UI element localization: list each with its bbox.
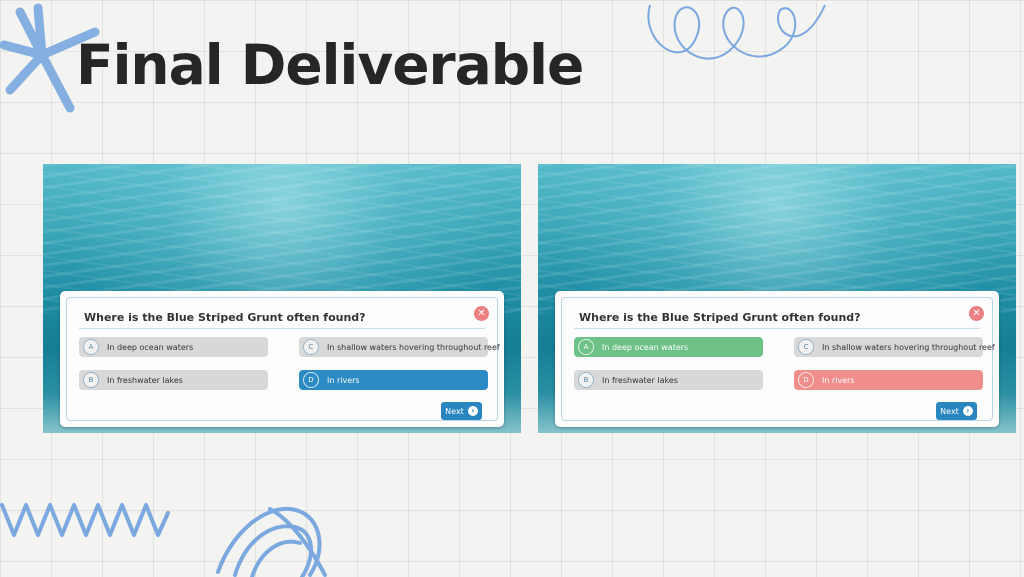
scribble-doodle [647, 4, 826, 60]
close-icon[interactable]: ✕ [969, 306, 984, 321]
answer-option-c[interactable]: C In shallow waters hovering throughout … [794, 337, 995, 357]
option-label: In deep ocean waters [602, 342, 689, 352]
arrow-right-icon: › [467, 406, 478, 416]
question-card-border: Where is the Blue Striped Grunt often fo… [66, 297, 500, 421]
question-card: Where is the Blue Striped Grunt often fo… [60, 291, 504, 427]
quiz-screenshot-after: Where is the Blue Striped Grunt often fo… [538, 164, 1016, 433]
next-label: Next [940, 406, 959, 416]
option-label: In freshwater lakes [602, 375, 678, 385]
option-letter: D [798, 372, 814, 388]
arrow-right-icon: › [962, 406, 973, 416]
answer-option-b[interactable]: B In freshwater lakes [574, 370, 763, 390]
answer-option-a[interactable]: A In deep ocean waters [574, 337, 763, 357]
answer-option-b[interactable]: B In freshwater lakes [79, 370, 268, 390]
answer-option-d[interactable]: D In rivers [794, 370, 983, 390]
option-letter: A [83, 339, 99, 355]
option-label: In rivers [822, 375, 855, 385]
option-letter: C [798, 339, 814, 355]
close-icon[interactable]: ✕ [474, 306, 489, 321]
option-letter: D [303, 372, 319, 388]
slide-title: Final Deliverable [76, 33, 584, 97]
quiz-screenshot-before: Where is the Blue Striped Grunt often fo… [43, 164, 521, 433]
option-letter: C [303, 339, 319, 355]
answer-option-d[interactable]: D In rivers [299, 370, 488, 390]
zigzag-doodle [0, 503, 170, 537]
next-button[interactable]: Next › [936, 402, 977, 420]
question-text: Where is the Blue Striped Grunt often fo… [579, 311, 861, 324]
divider [574, 328, 980, 329]
option-label: In rivers [327, 375, 360, 385]
option-letter: A [578, 339, 594, 355]
option-letter: B [83, 372, 99, 388]
loop-scribble-doodle [216, 506, 327, 577]
answer-option-c[interactable]: C In shallow waters hovering throughout … [299, 337, 500, 357]
option-label: In shallow waters hovering throughout re… [327, 342, 500, 352]
question-card-border: Where is the Blue Striped Grunt often fo… [561, 297, 995, 421]
option-label: In deep ocean waters [107, 342, 194, 352]
divider [79, 328, 485, 329]
answer-option-a[interactable]: A In deep ocean waters [79, 337, 268, 357]
option-letter: B [578, 372, 594, 388]
question-text: Where is the Blue Striped Grunt often fo… [84, 311, 366, 324]
option-label: In freshwater lakes [107, 375, 183, 385]
next-button[interactable]: Next › [441, 402, 482, 420]
option-label: In shallow waters hovering throughout re… [822, 342, 995, 352]
question-card: Where is the Blue Striped Grunt often fo… [555, 291, 999, 427]
next-label: Next [445, 406, 464, 416]
